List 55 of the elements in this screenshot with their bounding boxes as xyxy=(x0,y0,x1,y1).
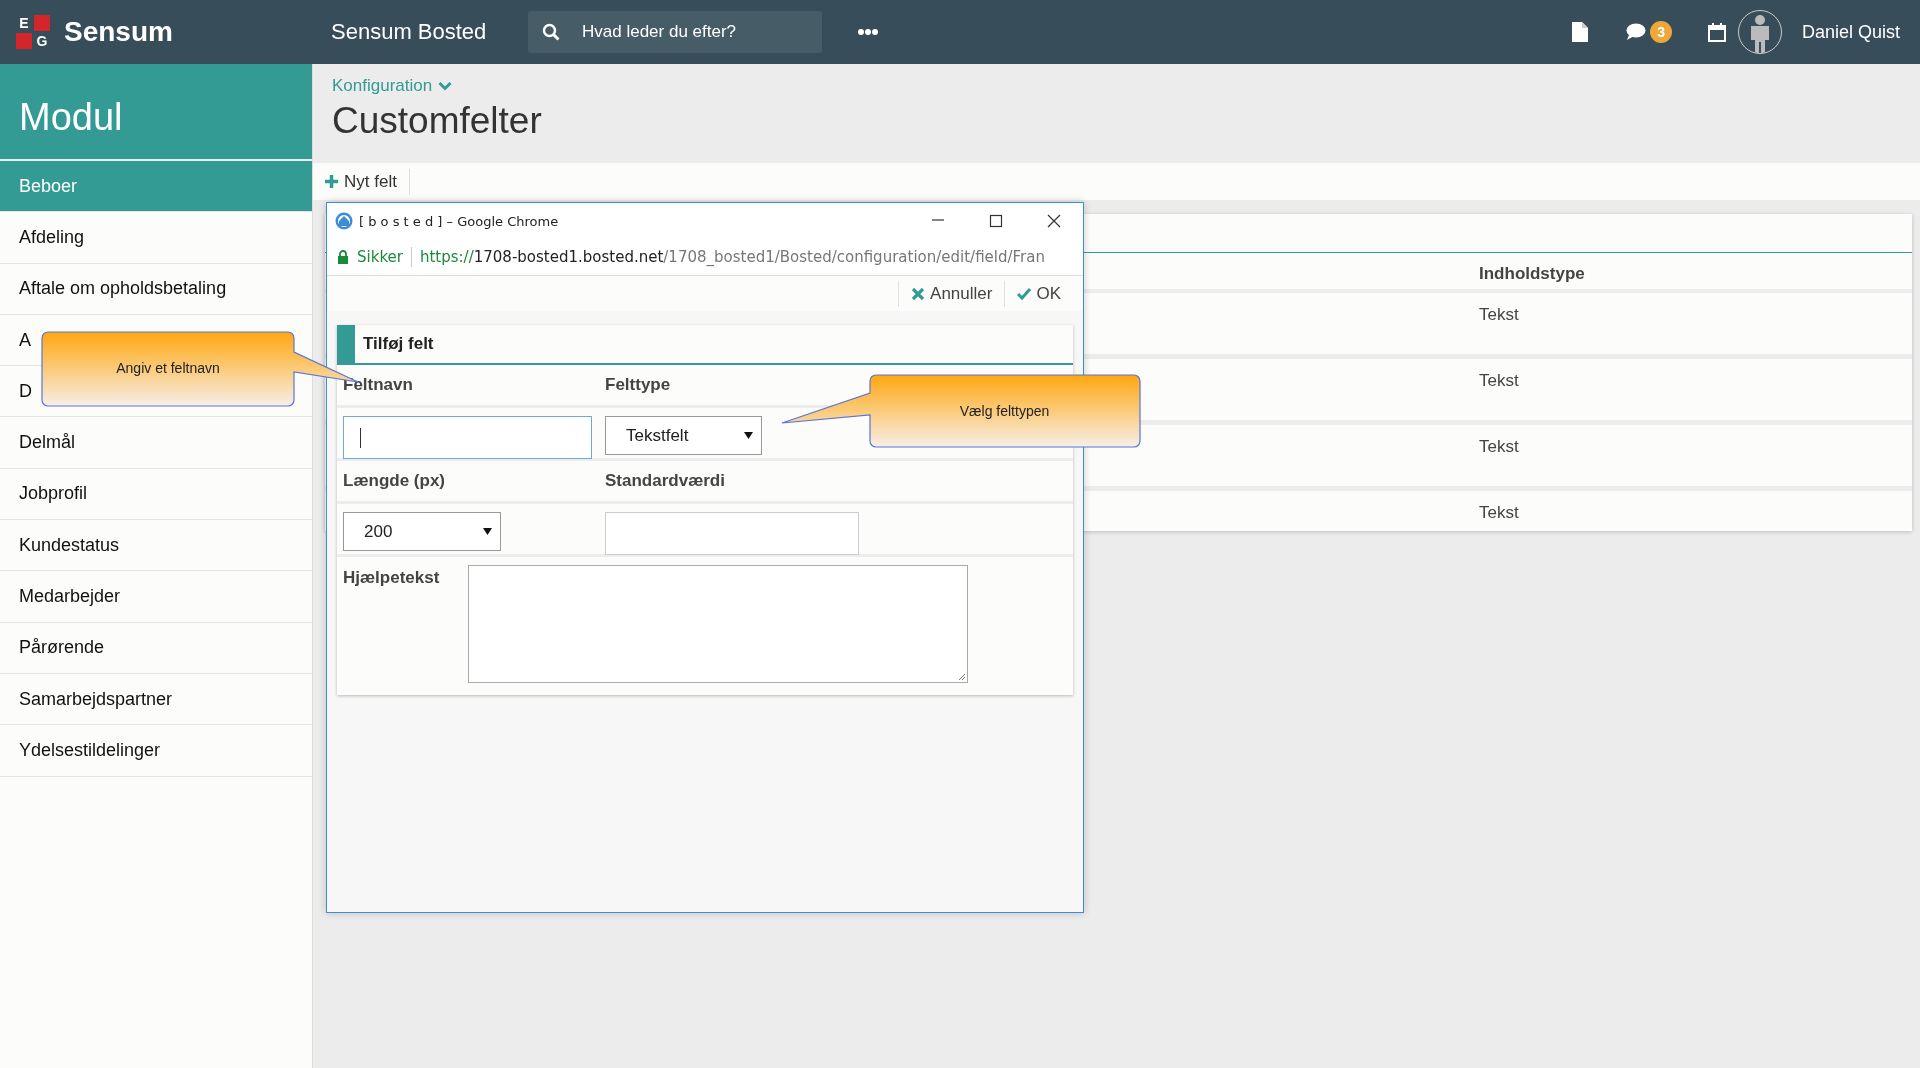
callout-text: Angiv et feltnavn xyxy=(115,360,221,376)
field-label: Længde (px) xyxy=(342,471,446,492)
calendar-icon[interactable] xyxy=(1707,22,1726,42)
sidebar-item[interactable]: Jobprofil xyxy=(0,468,312,521)
table-cell-text: Tekst xyxy=(1479,304,1520,326)
ok-button[interactable]: OK xyxy=(1004,280,1073,307)
message-count-badge: 3 xyxy=(1650,21,1672,43)
dropdown[interactable]: 200 xyxy=(343,512,501,551)
callout-text: Vælg felttypen xyxy=(958,403,1051,419)
dropdown-arrow-icon xyxy=(744,432,753,439)
field-label: Standardværdi xyxy=(604,471,726,492)
lock-icon xyxy=(337,250,349,264)
sidebar-item[interactable]: Delmål xyxy=(0,417,312,469)
logo-text: Sensum xyxy=(64,16,173,48)
sidebar-item[interactable]: Afdeling xyxy=(0,212,312,264)
more-icon[interactable] xyxy=(858,29,878,35)
window-title: [ b o s t e d ] – Google Chrome xyxy=(359,213,559,229)
chevron-down-icon xyxy=(438,81,453,91)
form-title: Tilføj felt xyxy=(363,334,434,354)
browser-logo-icon xyxy=(335,212,353,230)
sidebar-title: Modul xyxy=(0,64,312,161)
dropdown-arrow-icon xyxy=(483,528,492,535)
dropdown[interactable]: Tekstfelt xyxy=(605,416,762,455)
table-cell-text: Tekst xyxy=(1479,370,1520,392)
sidebar-item[interactable]: Aftale om opholdsbetaling xyxy=(0,263,312,315)
maximize-icon[interactable] xyxy=(989,214,1003,228)
document-icon[interactable] xyxy=(1572,22,1589,42)
search-icon xyxy=(542,23,560,41)
column-header: Indholdstype xyxy=(1479,263,1586,285)
table-cell-text: Tekst xyxy=(1479,502,1520,524)
table-cell-text: Tekst xyxy=(1479,436,1520,458)
x-icon xyxy=(911,286,926,301)
text-field[interactable] xyxy=(605,512,859,555)
user-name[interactable]: Daniel Quist xyxy=(1801,21,1900,43)
app-title: Sensum Bosted xyxy=(331,19,488,45)
sidebar-item[interactable]: Kundestatus xyxy=(0,520,312,572)
close-icon[interactable] xyxy=(1047,214,1061,228)
text-field[interactable] xyxy=(343,416,592,459)
field-label: Felttype xyxy=(604,375,672,396)
checkmark-icon xyxy=(1017,286,1032,301)
page-title: Customfelter xyxy=(331,99,543,143)
chat-icon[interactable] xyxy=(1626,23,1647,41)
sidebar-item[interactable]: Samarbejdspartner xyxy=(0,673,312,726)
cancel-button[interactable]: Annuller xyxy=(898,280,1005,307)
plus-icon xyxy=(325,175,338,188)
field-label: Feltnavn xyxy=(342,375,414,396)
sidebar-item[interactable]: Ydelsestildelinger xyxy=(0,725,312,777)
url-text: https://1708-bosted1.bosted.net/1708_bosted1/Bosted/configuration/edit/field/Fran xyxy=(419,248,1045,266)
resize-grip-icon[interactable] xyxy=(958,673,966,681)
secure-label: Sikker xyxy=(357,248,403,266)
sidebar-item[interactable]: Medarbejder xyxy=(0,571,312,623)
new-field-button[interactable]: Nyt felt xyxy=(325,168,410,195)
sidebar-item[interactable]: Pårørende xyxy=(0,622,312,674)
search-field[interactable]: Hvad leder du efter? xyxy=(528,11,822,53)
field-label: Hjælpetekst xyxy=(342,567,441,589)
